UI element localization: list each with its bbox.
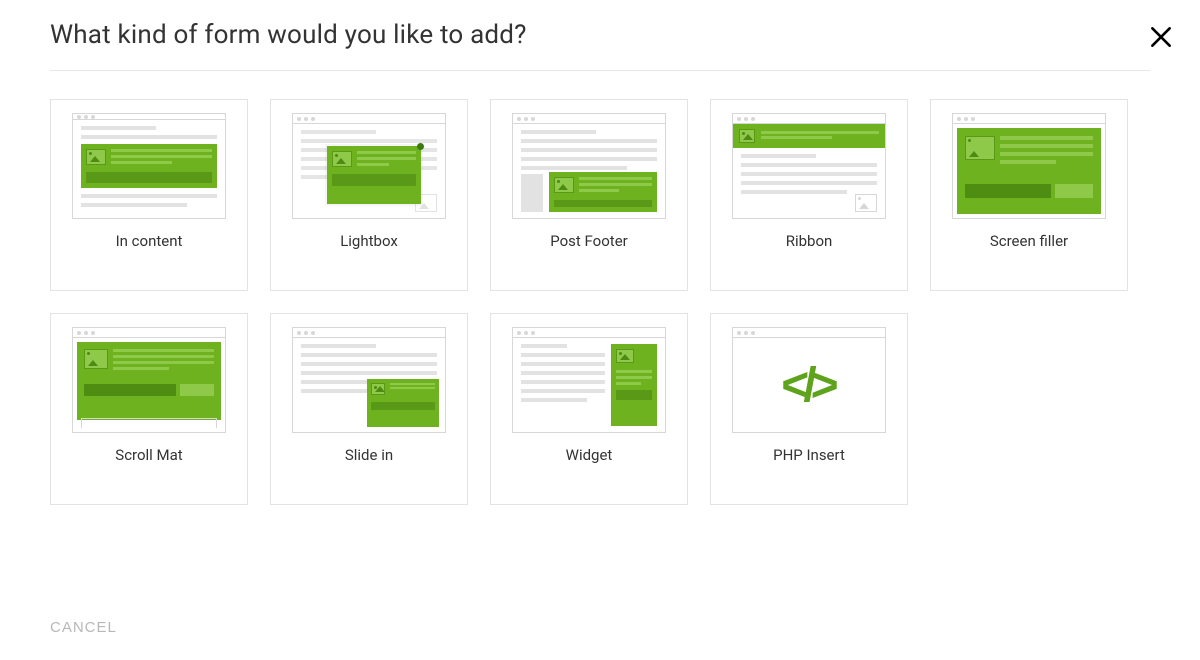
thumb-ribbon [711,100,907,232]
thumb-screen-filler [931,100,1127,232]
option-label: In content [110,232,189,250]
option-widget[interactable]: Widget [490,313,688,505]
option-label: Slide in [339,446,399,464]
cancel-button[interactable]: CANCEL [50,619,117,636]
form-type-grid: In content [50,99,1150,505]
option-label: Lightbox [334,232,404,250]
thumb-slide-in [271,314,467,446]
option-in-content[interactable]: In content [50,99,248,291]
thumb-scroll-mat [51,314,247,446]
option-ribbon[interactable]: Ribbon [710,99,908,291]
close-icon[interactable] [1148,24,1174,50]
thumb-in-content [51,100,247,232]
option-post-footer[interactable]: Post Footer [490,99,688,291]
option-slide-in[interactable]: Slide in [270,313,468,505]
option-label: Widget [560,446,619,464]
option-screen-filler[interactable]: Screen filler [930,99,1128,291]
thumb-post-footer [491,100,687,232]
option-lightbox[interactable]: Lightbox [270,99,468,291]
dialog-title: What kind of form would you like to add? [50,20,1150,71]
option-label: Post Footer [544,232,633,250]
thumb-lightbox [271,100,467,232]
option-scroll-mat[interactable]: Scroll Mat [50,313,248,505]
option-label: Ribbon [780,232,839,250]
form-type-dialog: What kind of form would you like to add? [0,0,1200,660]
option-label: PHP Insert [767,446,851,464]
thumb-php-insert: </> [711,314,907,446]
option-label: Screen filler [984,232,1074,250]
code-icon: </> [733,338,885,432]
option-label: Scroll Mat [109,446,188,464]
option-php-insert[interactable]: </> PHP Insert [710,313,908,505]
thumb-widget [491,314,687,446]
dialog-footer: CANCEL [50,617,117,636]
